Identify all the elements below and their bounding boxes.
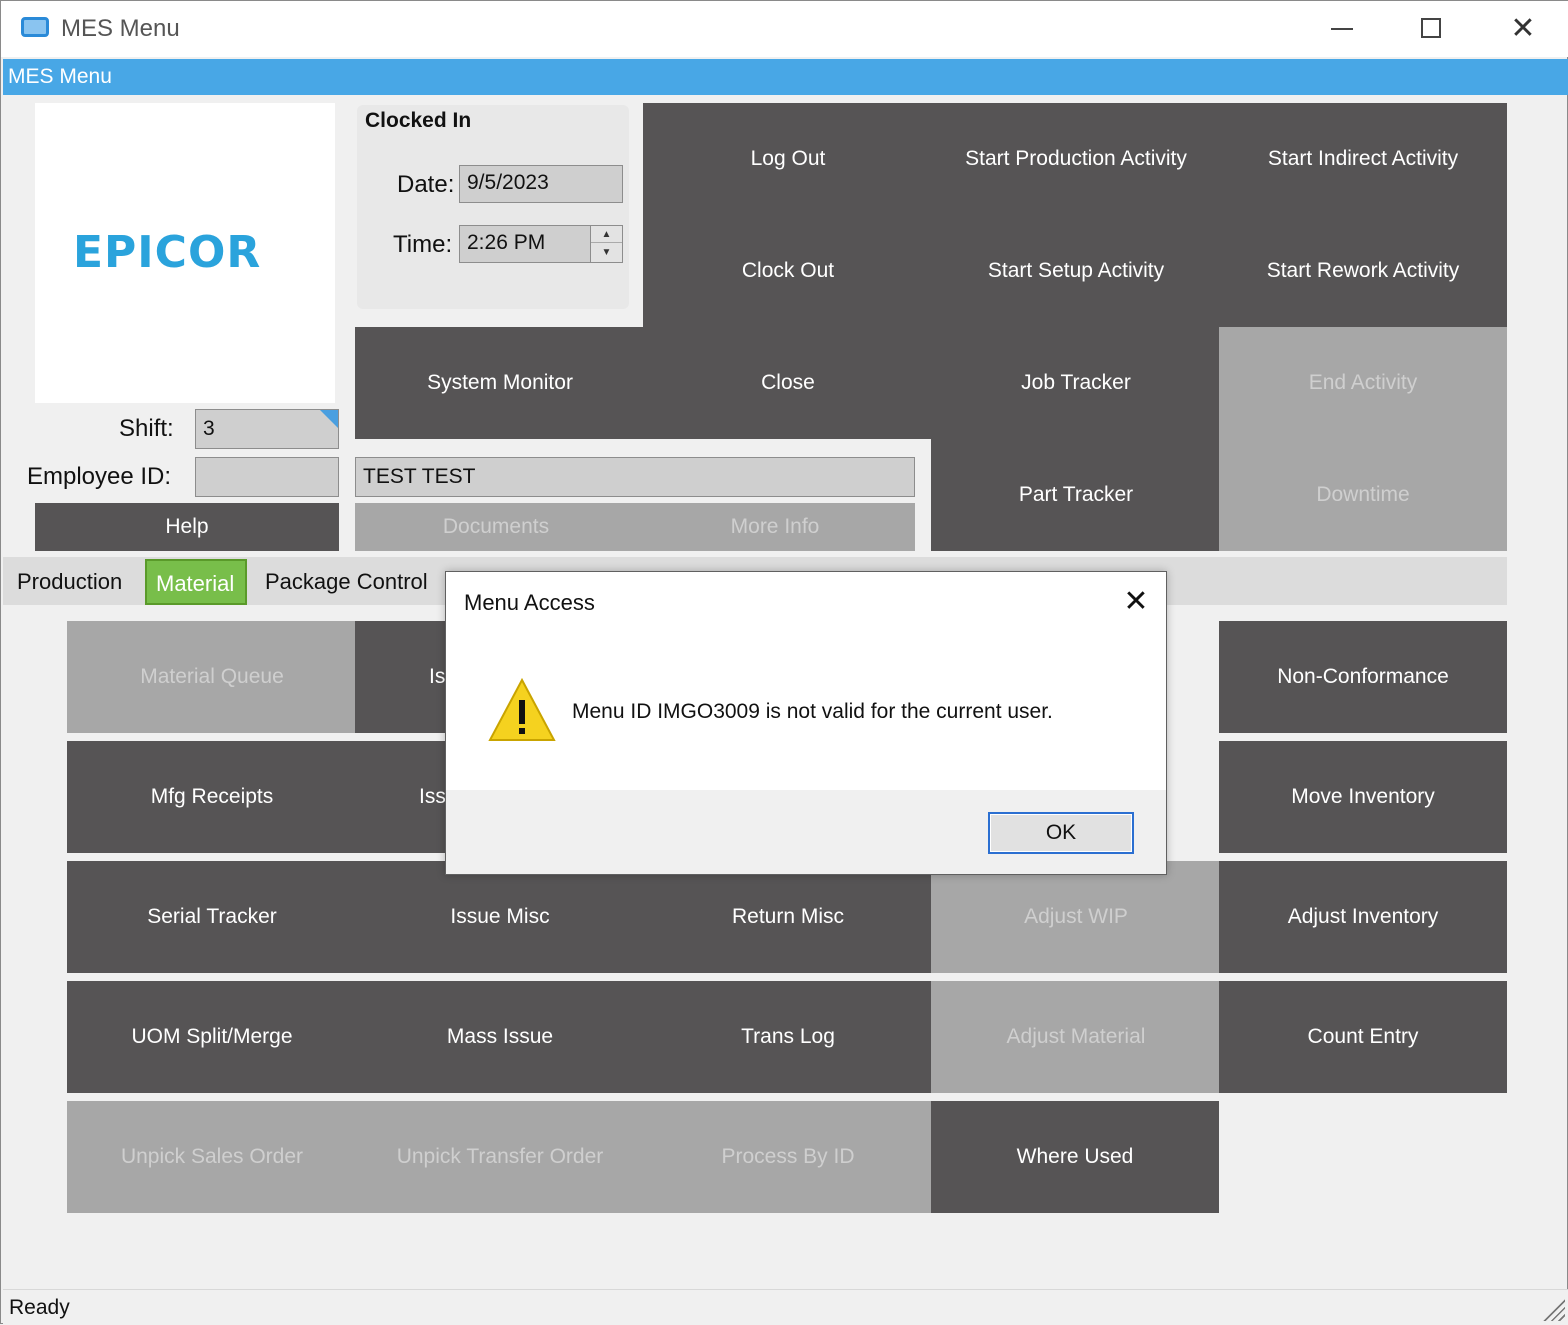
system-monitor-button[interactable]: System Monitor <box>355 327 645 439</box>
end-activity-button[interactable]: End Activity <box>1219 327 1507 439</box>
minimize-icon <box>1331 28 1353 30</box>
status-text: Ready <box>9 1296 70 1319</box>
logo-panel: EPICOR <box>35 103 335 403</box>
unpick-sales-order-button[interactable]: Unpick Sales Order <box>67 1101 357 1213</box>
trans-log-button[interactable]: Trans Log <box>643 981 933 1093</box>
downtime-button[interactable]: Downtime <box>1219 439 1507 551</box>
menu-access-dialog: Menu Access ✕ Menu ID IMGO3009 is not va… <box>445 571 1167 875</box>
dialog-close-button[interactable]: ✕ <box>1118 584 1154 620</box>
tab-material[interactable]: Material <box>145 559 247 605</box>
close-icon: ✕ <box>1510 12 1536 45</box>
menu-strip: MES Menu <box>3 59 1568 95</box>
maximize-button[interactable] <box>1401 9 1461 49</box>
move-inventory-button[interactable]: Move Inventory <box>1219 741 1507 853</box>
mfg-receipts-button[interactable]: Mfg Receipts <box>67 741 357 853</box>
time-field[interactable]: 2:26 PM ▲ ▼ <box>459 225 623 263</box>
time-spinner[interactable]: ▲ ▼ <box>590 226 622 262</box>
resize-grip-icon[interactable] <box>1541 1297 1565 1321</box>
count-entry-button[interactable]: Count Entry <box>1219 981 1507 1093</box>
close-button[interactable]: Close <box>643 327 933 439</box>
maximize-icon <box>1421 18 1441 38</box>
shift-value: 3 <box>203 417 215 440</box>
start-rework-activity-button[interactable]: Start Rework Activity <box>1219 215 1507 327</box>
close-icon: ✕ <box>1123 585 1149 618</box>
adjust-wip-button[interactable]: Adjust WIP <box>931 861 1221 973</box>
clocked-in-title: Clocked In <box>365 109 472 132</box>
help-button[interactable]: Help <box>35 503 339 551</box>
mass-issue-button[interactable]: Mass Issue <box>355 981 645 1093</box>
clock-out-button[interactable]: Clock Out <box>643 215 933 327</box>
part-tracker-button[interactable]: Part Tracker <box>931 439 1221 551</box>
material-queue-button[interactable]: Material Queue <box>67 621 357 733</box>
spin-down-icon[interactable]: ▼ <box>591 244 622 261</box>
log-out-button[interactable]: Log Out <box>643 103 933 215</box>
employee-name-field: TEST TEST <box>355 457 915 497</box>
adjust-material-button[interactable]: Adjust Material <box>931 981 1221 1093</box>
where-used-button[interactable]: Where Used <box>931 1101 1219 1213</box>
warning-icon <box>488 677 556 741</box>
mes-menu-window: MES Menu ✕ MES Menu EPICOR Clocked In Da… <box>0 0 1568 1325</box>
issue-misc-button[interactable]: Issue Misc <box>355 861 645 973</box>
uom-split-merge-button[interactable]: UOM Split/Merge <box>67 981 357 1093</box>
app-window-icon <box>21 17 49 37</box>
shift-field[interactable]: 3 <box>195 409 339 449</box>
time-label: Time: <box>393 231 453 258</box>
adjust-inventory-button[interactable]: Adjust Inventory <box>1219 861 1507 973</box>
menu-strip-label: MES Menu <box>8 65 112 88</box>
start-production-activity-button[interactable]: Start Production Activity <box>931 103 1221 215</box>
tab-production[interactable]: Production <box>17 569 122 595</box>
dialog-message: Menu ID IMGO3009 is not valid for the cu… <box>572 700 1053 723</box>
window-close-button[interactable]: ✕ <box>1493 9 1553 49</box>
dialog-title: Menu Access <box>464 590 595 615</box>
status-bar: Ready <box>3 1289 1568 1325</box>
return-misc-button[interactable]: Return Misc <box>643 861 933 973</box>
ok-button[interactable]: OK <box>988 812 1134 854</box>
spin-up-icon[interactable]: ▲ <box>591 226 622 243</box>
date-field[interactable]: 9/5/2023 <box>459 165 623 203</box>
unpick-transfer-order-button[interactable]: Unpick Transfer Order <box>355 1101 645 1213</box>
date-label: Date: <box>397 171 455 198</box>
tab-package-control[interactable]: Package Control <box>265 569 428 595</box>
clocked-in-panel: Clocked In Date: 9/5/2023 Time: 2:26 PM … <box>357 105 629 309</box>
minimize-button[interactable] <box>1311 9 1371 49</box>
start-setup-activity-button[interactable]: Start Setup Activity <box>931 215 1221 327</box>
epicor-logo: EPICOR <box>73 227 262 278</box>
time-value: 2:26 PM <box>467 231 546 254</box>
shift-label: Shift: <box>119 415 174 442</box>
employee-id-field[interactable] <box>195 457 339 497</box>
more-info-button[interactable]: More Info <box>635 503 915 551</box>
employee-id-label: Employee ID: <box>27 463 172 490</box>
job-tracker-button[interactable]: Job Tracker <box>931 327 1221 439</box>
documents-button[interactable]: Documents <box>355 503 637 551</box>
non-conformance-button[interactable]: Non-Conformance <box>1219 621 1507 733</box>
dropdown-corner-icon <box>320 410 338 428</box>
dialog-footer: OK <box>446 790 1166 874</box>
window-title: MES Menu <box>61 15 180 42</box>
title-bar: MES Menu ✕ <box>1 1 1568 57</box>
start-indirect-activity-button[interactable]: Start Indirect Activity <box>1219 103 1507 215</box>
serial-tracker-button[interactable]: Serial Tracker <box>67 861 357 973</box>
process-by-id-button[interactable]: Process By ID <box>643 1101 933 1213</box>
